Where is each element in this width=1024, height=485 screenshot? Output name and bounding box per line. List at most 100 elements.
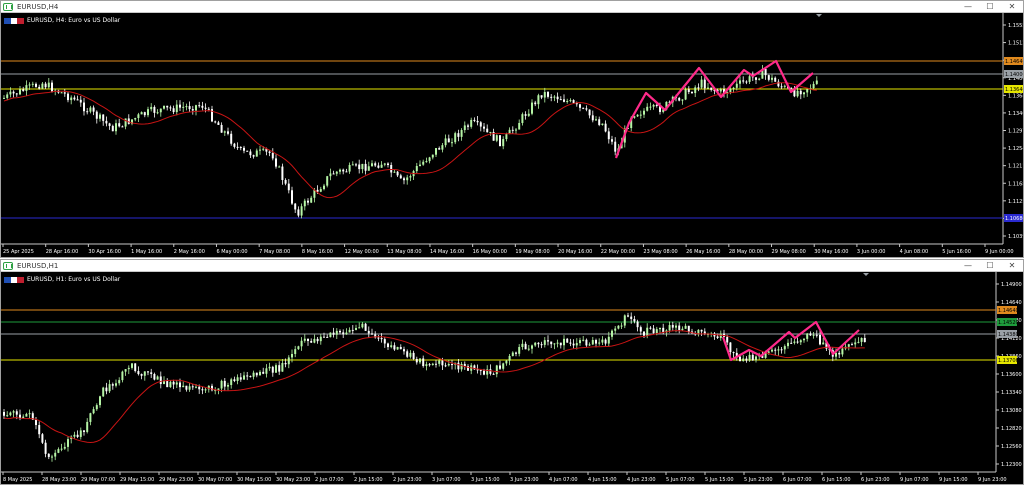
- bear-candle: [38, 425, 41, 435]
- bull-candle: [415, 165, 418, 172]
- bear-candle: [396, 171, 399, 176]
- bear-candle: [297, 209, 300, 216]
- minimize-button[interactable]: —: [957, 260, 979, 271]
- bull-candle: [409, 352, 412, 357]
- bear-candle: [815, 334, 818, 336]
- bull-candle: [563, 338, 565, 346]
- price-chart-h4[interactable]: 1.155501.151201.146901.140001.136401.134…: [1, 13, 1023, 257]
- bear-candle: [105, 387, 108, 392]
- chart-window-h1[interactable]: EURUSD,H1 — ☐ ✕ 1.14900 1.14640 1.14380 1.1…: [0, 259, 1024, 485]
- price-tick-label: 1.15120: [1008, 41, 1023, 47]
- bull-candle: [236, 377, 239, 381]
- chart-window-h4[interactable]: EURUSD,H4 — ☐ ✕ 1.155501.151201.146901.1…: [0, 0, 1024, 258]
- bull-candle: [355, 327, 357, 330]
- price-tick-label: 1.13640: [1008, 93, 1023, 99]
- bull-candle: [19, 89, 21, 95]
- bull-candle: [655, 329, 658, 334]
- bear-candle: [671, 325, 674, 328]
- bull-candle: [339, 169, 341, 172]
- bull-candle: [361, 323, 364, 328]
- bear-candle: [307, 338, 309, 342]
- bear-candle: [559, 99, 562, 101]
- bull-candle: [707, 87, 709, 89]
- bull-candle: [857, 341, 860, 343]
- maximize-button[interactable]: ☐: [979, 260, 1001, 271]
- bear-candle: [511, 129, 514, 131]
- bear-candle: [745, 81, 748, 83]
- maximize-button[interactable]: ☐: [979, 1, 1001, 12]
- bull-candle: [835, 352, 837, 357]
- bull-candle: [163, 381, 165, 385]
- symbol-flags-icon: [4, 276, 25, 283]
- bull-candle: [313, 338, 316, 343]
- time-tick-label: 20 May 16:00: [558, 249, 592, 255]
- bear-candle: [284, 179, 287, 184]
- bear-candle: [345, 171, 348, 173]
- bear-candle: [796, 341, 799, 343]
- bear-candle: [534, 102, 537, 105]
- time-tick-label: 29 May 08:00: [772, 249, 806, 255]
- bull-candle: [185, 106, 188, 108]
- title-bar-h4[interactable]: EURUSD,H4 — ☐ ✕: [1, 1, 1023, 13]
- bull-candle: [783, 346, 786, 350]
- bear-candle: [44, 83, 47, 88]
- bull-candle: [783, 85, 786, 87]
- current-price-line-tag-label: 1.14000: [1005, 72, 1023, 78]
- close-button[interactable]: ✕: [1001, 1, 1023, 12]
- bear-candle: [364, 163, 367, 171]
- resistance-level-line-tag-label: 1.14640: [1005, 59, 1023, 65]
- bull-candle: [806, 333, 809, 339]
- bull-candle: [422, 161, 425, 165]
- bull-candle: [348, 164, 351, 172]
- time-tick-label: 8 May 2025: [3, 477, 32, 483]
- bull-candle: [454, 133, 457, 143]
- bear-candle: [63, 92, 66, 94]
- bull-candle: [579, 340, 581, 344]
- bull-candle: [9, 91, 12, 95]
- time-tick-label: 13 May 08:00: [387, 249, 421, 255]
- bear-candle: [108, 123, 111, 126]
- price-chart-h1[interactable]: 1.149001.146401.143801.141201.138601.136…: [1, 272, 1023, 484]
- bull-candle: [601, 123, 604, 125]
- time-tick-label: 1 May 16:00: [131, 249, 162, 255]
- bear-candle: [137, 371, 140, 375]
- bear-candle: [524, 114, 527, 116]
- bull-candle: [521, 343, 524, 348]
- bull-candle: [60, 448, 63, 450]
- bull-candle: [803, 338, 805, 341]
- bear-candle: [268, 151, 271, 153]
- bear-candle: [233, 143, 236, 147]
- bear-candle: [457, 133, 460, 137]
- bull-candle: [444, 138, 447, 146]
- time-tick-label: 7 May 08:00: [259, 249, 290, 255]
- bear-candle: [467, 125, 469, 127]
- price-tick-label: 1.14900: [1001, 282, 1022, 288]
- chart-background: [1, 13, 1023, 257]
- time-tick-label: 30 May 15:00: [237, 477, 271, 483]
- bear-candle: [687, 325, 690, 332]
- close-button[interactable]: ✕: [1001, 260, 1023, 271]
- bear-candle: [428, 364, 431, 366]
- bull-candle: [617, 325, 620, 329]
- bull-candle: [508, 355, 511, 361]
- bull-candle: [230, 379, 233, 385]
- bull-candle: [556, 342, 559, 344]
- bull-candle: [371, 163, 373, 167]
- bear-candle: [79, 99, 82, 103]
- time-tick-label: 22 May 00:00: [601, 249, 635, 255]
- bear-candle: [351, 329, 354, 331]
- bear-candle: [479, 370, 482, 372]
- bull-candle: [51, 456, 53, 458]
- bear-candle: [774, 349, 777, 351]
- title-bar-h1[interactable]: EURUSD,H1 — ☐ ✕: [1, 260, 1023, 272]
- bull-candle: [31, 83, 34, 85]
- bull-candle: [668, 325, 671, 331]
- price-tick-label: 1.13600: [1001, 372, 1022, 378]
- low-level-line-tag-label: 1.10680: [1005, 216, 1023, 222]
- time-tick-label: 5 Jun 07:00: [666, 477, 695, 483]
- bear-candle: [281, 166, 284, 180]
- bull-candle: [89, 413, 92, 422]
- bear-candle: [819, 334, 821, 345]
- bull-candle: [140, 112, 143, 115]
- minimize-button[interactable]: —: [957, 1, 979, 12]
